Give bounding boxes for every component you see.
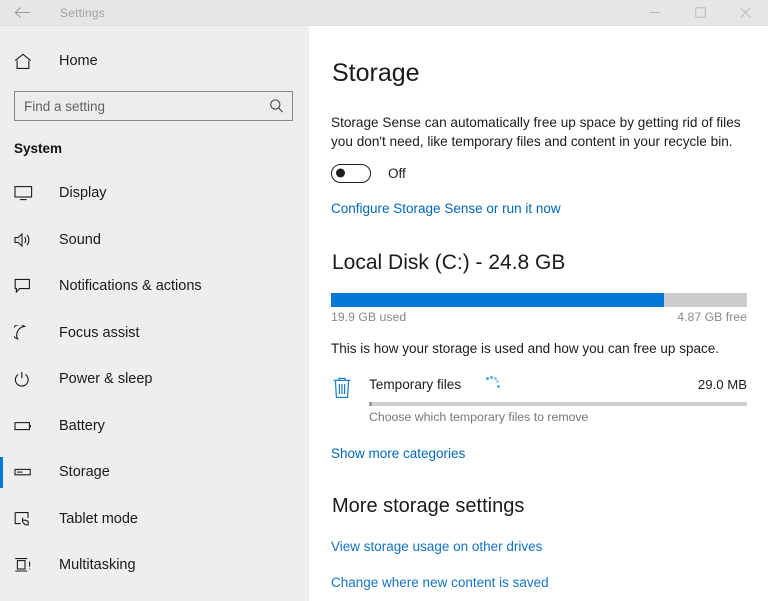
search-box[interactable] [14, 91, 293, 121]
sidebar-item-multitasking[interactable]: Multitasking [0, 542, 309, 589]
storage-sense-toggle-row: Off [331, 164, 748, 183]
sidebar-item-label: Display [59, 185, 107, 201]
local-disk-title: Local Disk (C:) - 24.8 GB [332, 251, 748, 275]
back-arrow-icon[interactable] [0, 1, 44, 25]
sidebar-item-home[interactable]: Home [0, 44, 309, 78]
sidebar-nav-list: Display Sound [0, 170, 309, 589]
sidebar-item-label: Tablet mode [59, 511, 138, 527]
sidebar-item-notifications[interactable]: Notifications & actions [0, 263, 309, 310]
sidebar-item-label: Multitasking [59, 557, 136, 573]
storage-usage-labels: 19.9 GB used 4.87 GB free [331, 310, 747, 324]
sidebar-item-focus-assist[interactable]: Focus assist [0, 310, 309, 357]
storage-sense-toggle-state: Off [388, 166, 406, 181]
sidebar-item-label: Sound [59, 232, 101, 248]
search-icon[interactable] [269, 99, 284, 114]
close-button[interactable] [723, 0, 768, 25]
toggle-knob [336, 169, 345, 178]
title-bar: Settings [0, 0, 768, 26]
storage-usage-bar [331, 293, 747, 307]
change-content-location-link[interactable]: Change where new content is saved [331, 575, 748, 590]
page-title: Storage [332, 60, 748, 88]
sidebar-section-label: System [14, 141, 309, 156]
sidebar-item-label: Power & sleep [59, 371, 153, 387]
storage-category-name: Temporary files [369, 377, 461, 392]
speaker-icon [14, 232, 44, 248]
storage-category-row[interactable]: Temporary files 29.0 MB Choose which tem… [331, 374, 747, 424]
storage-used-label: 19.9 GB used [331, 310, 406, 324]
window-controls [633, 0, 768, 25]
storage-category-subtext: Choose which temporary files to remove [369, 410, 747, 424]
view-storage-usage-link[interactable]: View storage usage on other drives [331, 539, 748, 554]
storage-usage-description: This is how your storage is used and how… [331, 341, 748, 356]
storage-category-size: 29.0 MB [698, 377, 747, 392]
more-storage-settings-title: More storage settings [332, 495, 748, 518]
sidebar-item-label: Storage [59, 464, 110, 480]
sidebar-item-display[interactable]: Display [0, 170, 309, 217]
storage-category-bar [369, 402, 747, 406]
multitasking-icon [14, 557, 44, 573]
window-title: Settings [60, 6, 105, 20]
maximize-button[interactable] [678, 0, 723, 25]
storage-free-label: 4.87 GB free [677, 310, 747, 324]
loading-spinner-icon [480, 374, 502, 396]
minimize-button[interactable] [633, 0, 678, 25]
storage-category-bar-fill [369, 402, 372, 406]
storage-sense-description: Storage Sense can automatically free up … [331, 113, 743, 151]
power-icon [14, 371, 44, 387]
sidebar-item-home-label: Home [59, 53, 98, 69]
sidebar-item-storage[interactable]: Storage [0, 449, 309, 496]
moon-icon [14, 325, 44, 341]
sidebar-item-battery[interactable]: Battery [0, 403, 309, 450]
tablet-hand-icon [14, 511, 44, 527]
trash-can-icon [331, 374, 369, 424]
battery-icon [14, 418, 44, 434]
monitor-icon [14, 185, 44, 201]
storage-category-header: Temporary files 29.0 MB [369, 374, 747, 396]
sidebar: Home System [0, 26, 309, 601]
chat-bubble-icon [14, 278, 44, 294]
storage-sense-toggle[interactable] [331, 164, 371, 183]
storage-drive-icon [14, 464, 44, 480]
settings-window: Settings Home [0, 0, 768, 601]
storage-category-main: Temporary files 29.0 MB Choose which tem… [369, 374, 747, 424]
sidebar-item-label: Focus assist [59, 325, 140, 341]
sidebar-item-label: Notifications & actions [59, 278, 202, 294]
selection-indicator [0, 457, 3, 488]
sidebar-item-label: Battery [59, 418, 105, 434]
search-input[interactable] [15, 92, 292, 120]
sidebar-item-power-sleep[interactable]: Power & sleep [0, 356, 309, 403]
sidebar-item-tablet-mode[interactable]: Tablet mode [0, 496, 309, 543]
configure-storage-sense-link[interactable]: Configure Storage Sense or run it now [331, 201, 561, 216]
home-icon [14, 53, 44, 70]
sidebar-item-sound[interactable]: Sound [0, 217, 309, 264]
show-more-categories-link[interactable]: Show more categories [331, 446, 465, 461]
storage-usage-bar-fill [331, 293, 664, 307]
main-content: Storage Storage Sense can automatically … [309, 26, 768, 601]
